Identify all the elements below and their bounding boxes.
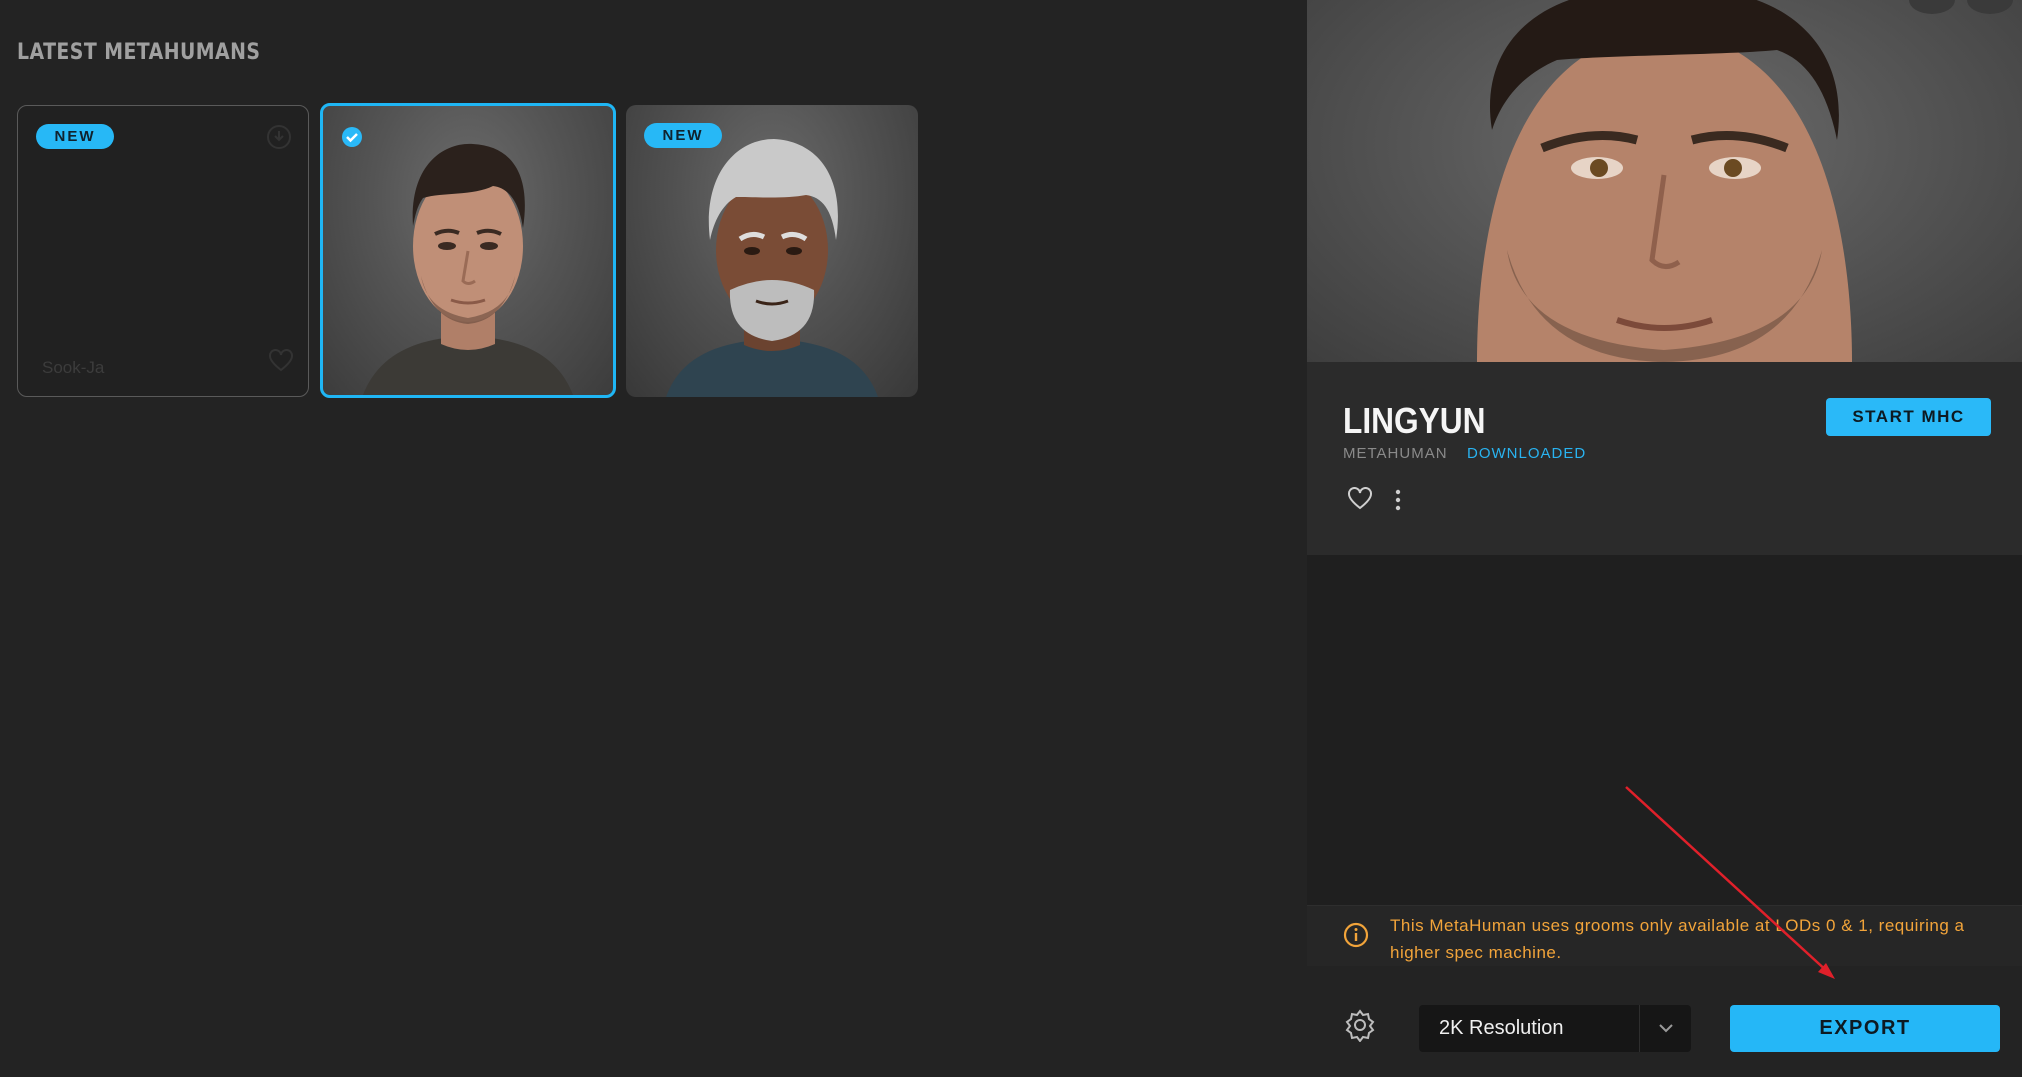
start-mhc-button[interactable]: START MHC [1826,398,1991,436]
resolution-select[interactable]: 2K Resolution [1419,1005,1691,1052]
export-button[interactable]: EXPORT [1730,1005,2000,1052]
selected-check-icon [341,126,363,153]
groom-warning: This MetaHuman uses grooms only availabl… [1307,905,2022,967]
select-divider [1639,1005,1640,1052]
portrait-elder [666,139,878,397]
card-name: Sook-Ja [42,358,105,377]
favorite-heart-icon[interactable] [1347,487,1373,516]
resolution-value: 2K Resolution [1439,1017,1564,1039]
info-warning-icon [1343,922,1369,953]
more-options-icon[interactable] [1393,487,1403,518]
metahuman-name: LINGYUN [1343,400,1486,441]
metahuman-card-sook-ja[interactable]: NEW Sook-Ja [17,105,309,397]
hero-portrait [1477,0,1852,362]
metahuman-type: METAHUMAN [1343,445,1448,462]
portrait-lingyun [363,143,573,395]
hero-preview [1307,0,2022,362]
chevron-down-icon[interactable] [1657,1021,1675,1040]
download-status: DOWNLOADED [1467,445,1587,462]
metahuman-info: LINGYUN METAHUMAN DOWNLOADED START MHC [1307,362,2022,555]
heart-icon[interactable] [268,349,294,378]
export-bar: 2K Resolution EXPORT [1307,966,2022,1077]
warning-text: This MetaHuman uses grooms only availabl… [1390,916,1965,962]
download-icon[interactable] [266,124,292,155]
new-badge: NEW [36,124,114,149]
metahuman-card-lingyun[interactable] [320,103,616,398]
gear-icon[interactable] [1343,1008,1377,1047]
detail-panel: LINGYUN METAHUMAN DOWNLOADED START MHC T… [1307,0,2022,1077]
section-title: LATEST METAHUMANS [17,40,261,65]
new-badge: NEW [644,123,722,148]
metahuman-card-elder[interactable]: NEW [626,105,918,397]
